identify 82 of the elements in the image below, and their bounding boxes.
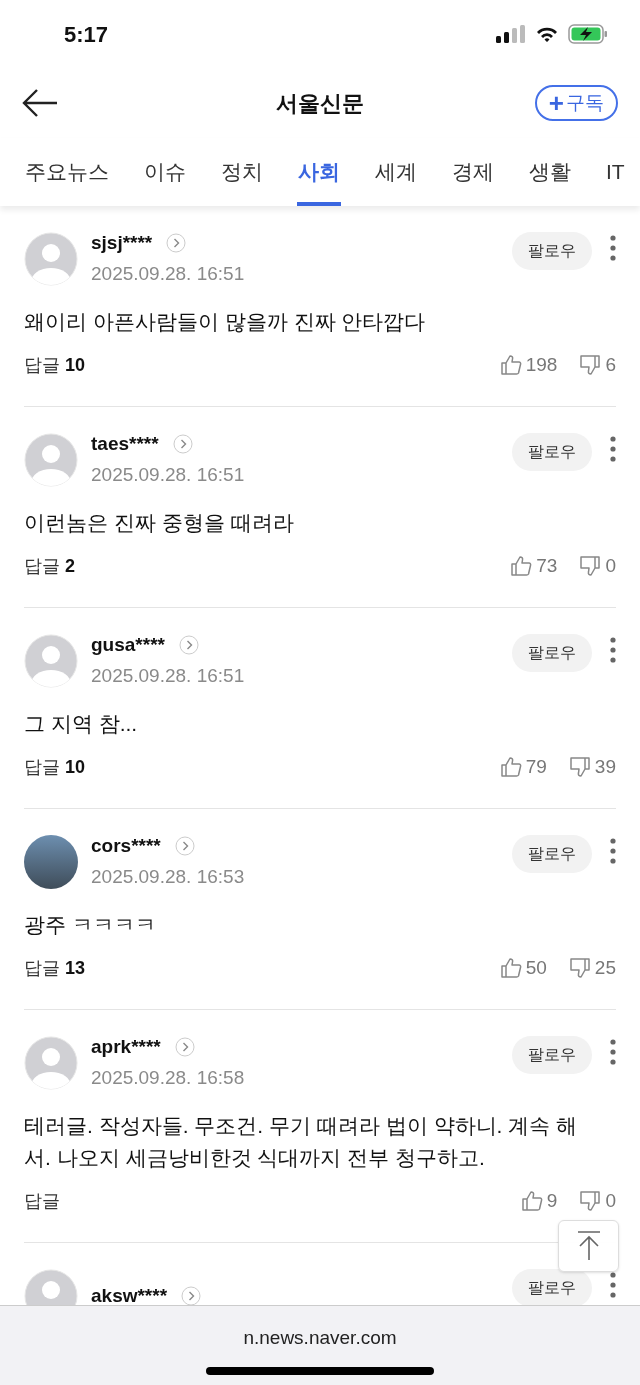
url-text: n.news.naver.com	[243, 1326, 397, 1350]
follow-button[interactable]: 팔로우	[512, 1269, 592, 1305]
chevron-right-icon[interactable]	[166, 232, 187, 253]
more-options-icon[interactable]	[610, 435, 616, 463]
thumbs-up-icon	[499, 756, 522, 778]
dislike-button[interactable]: 25	[568, 953, 616, 983]
dislike-button[interactable]: 39	[568, 752, 616, 782]
category-tab[interactable]: 정치	[220, 138, 264, 206]
username[interactable]: gusa****	[91, 630, 165, 659]
thumbs-up-icon	[499, 354, 522, 376]
avatar-photo-placeholder	[24, 835, 78, 889]
thumbs-up-icon	[499, 957, 522, 979]
reply-button[interactable]: 답글 2	[24, 552, 75, 580]
follow-button[interactable]: 팔로우	[512, 634, 592, 672]
like-button[interactable]: 198	[499, 350, 558, 380]
follow-button[interactable]: 팔로우	[512, 433, 592, 471]
comment-date: 2025.09.28. 16:51	[91, 261, 246, 286]
comment-text: 이런놈은 진짜 중형을 때려라	[24, 510, 295, 536]
category-tab[interactable]: 이슈	[143, 138, 187, 206]
thumbs-down-icon	[579, 1190, 602, 1212]
chevron-right-icon[interactable]	[172, 433, 193, 454]
avatar-icon	[24, 634, 78, 688]
chevron-right-icon[interactable]	[174, 835, 195, 856]
follow-button[interactable]: 팔로우	[512, 835, 592, 873]
dislike-button[interactable]: 0	[579, 551, 616, 581]
avatar-icon	[24, 1036, 78, 1090]
comment-date: 2025.09.28. 16:51	[91, 462, 246, 487]
username[interactable]: sjsj****	[91, 228, 153, 257]
chevron-right-icon[interactable]	[178, 634, 199, 655]
like-button[interactable]: 50	[499, 953, 547, 983]
thumbs-up-icon	[520, 1190, 543, 1212]
username[interactable]: cors****	[91, 831, 161, 860]
more-options-icon[interactable]	[610, 1038, 616, 1066]
subscribe-button[interactable]: +구독	[534, 85, 618, 121]
category-tab[interactable]: 생활	[528, 138, 572, 206]
username[interactable]: taes****	[91, 429, 159, 458]
thumbs-down-icon	[568, 957, 591, 979]
comment-date: 2025.09.28. 16:53	[91, 864, 246, 889]
status-time: 5:17	[64, 20, 109, 49]
more-options-icon[interactable]	[610, 1271, 616, 1299]
thumbs-down-icon	[579, 354, 602, 376]
scroll-to-top-button[interactable]	[558, 1220, 619, 1272]
more-options-icon[interactable]	[610, 636, 616, 664]
arrow-up-icon	[576, 1231, 601, 1261]
thumbs-down-icon	[579, 555, 602, 577]
avatar-icon	[24, 232, 78, 286]
battery-icon	[568, 24, 608, 44]
username[interactable]: aprk****	[91, 1032, 161, 1061]
chevron-right-icon[interactable]	[181, 1286, 202, 1305]
like-button[interactable]: 73	[510, 551, 558, 581]
comment-text: 광주 ㅋㅋㅋㅋ	[24, 912, 157, 938]
reply-button[interactable]: 답글	[24, 1187, 60, 1215]
follow-button[interactable]: 팔로우	[512, 232, 592, 270]
avatar-icon	[24, 433, 78, 487]
more-options-icon[interactable]	[610, 837, 616, 865]
reply-button[interactable]: 답글 10	[24, 753, 86, 781]
wifi-icon	[536, 25, 558, 43]
chevron-right-icon[interactable]	[174, 1036, 195, 1057]
username[interactable]: aksw****	[91, 1281, 168, 1305]
dislike-button[interactable]: 6	[579, 350, 616, 380]
thumbs-down-icon	[568, 756, 591, 778]
reply-button[interactable]: 답글 10	[24, 351, 86, 379]
dislike-button[interactable]: 0	[579, 1186, 616, 1216]
category-tab[interactable]: 경제	[451, 138, 495, 206]
category-tab[interactable]: IT	[605, 138, 626, 206]
comment-date: 2025.09.28. 16:58	[91, 1065, 246, 1090]
category-tab[interactable]: 사회	[297, 138, 341, 206]
more-options-icon[interactable]	[610, 234, 616, 262]
comment-text: 그 지역 참...	[24, 711, 139, 737]
comment-date: 2025.09.28. 16:51	[91, 663, 246, 688]
comment-text: 테러글. 작성자들. 무조건. 무기 때려라 법이 약하니. 계속 해서. 나오지 세금낭비한것 식대까지 전부 청구하고.	[24, 1113, 578, 1171]
back-arrow-icon[interactable]	[22, 88, 58, 118]
comment-text: 왜이리 아픈사람들이 많을까 진짜 안타깝다	[24, 309, 427, 335]
reply-button[interactable]: 답글 13	[24, 954, 86, 982]
like-button[interactable]: 79	[499, 752, 547, 782]
thumbs-up-icon	[510, 555, 533, 577]
category-tab[interactable]: 세계	[374, 138, 418, 206]
follow-button[interactable]: 팔로우	[512, 1036, 592, 1074]
signal-icon	[496, 25, 526, 43]
category-tab[interactable]: 주요뉴스	[24, 138, 110, 206]
page-title: 서울신문	[276, 89, 364, 118]
like-button[interactable]: 9	[520, 1186, 558, 1216]
